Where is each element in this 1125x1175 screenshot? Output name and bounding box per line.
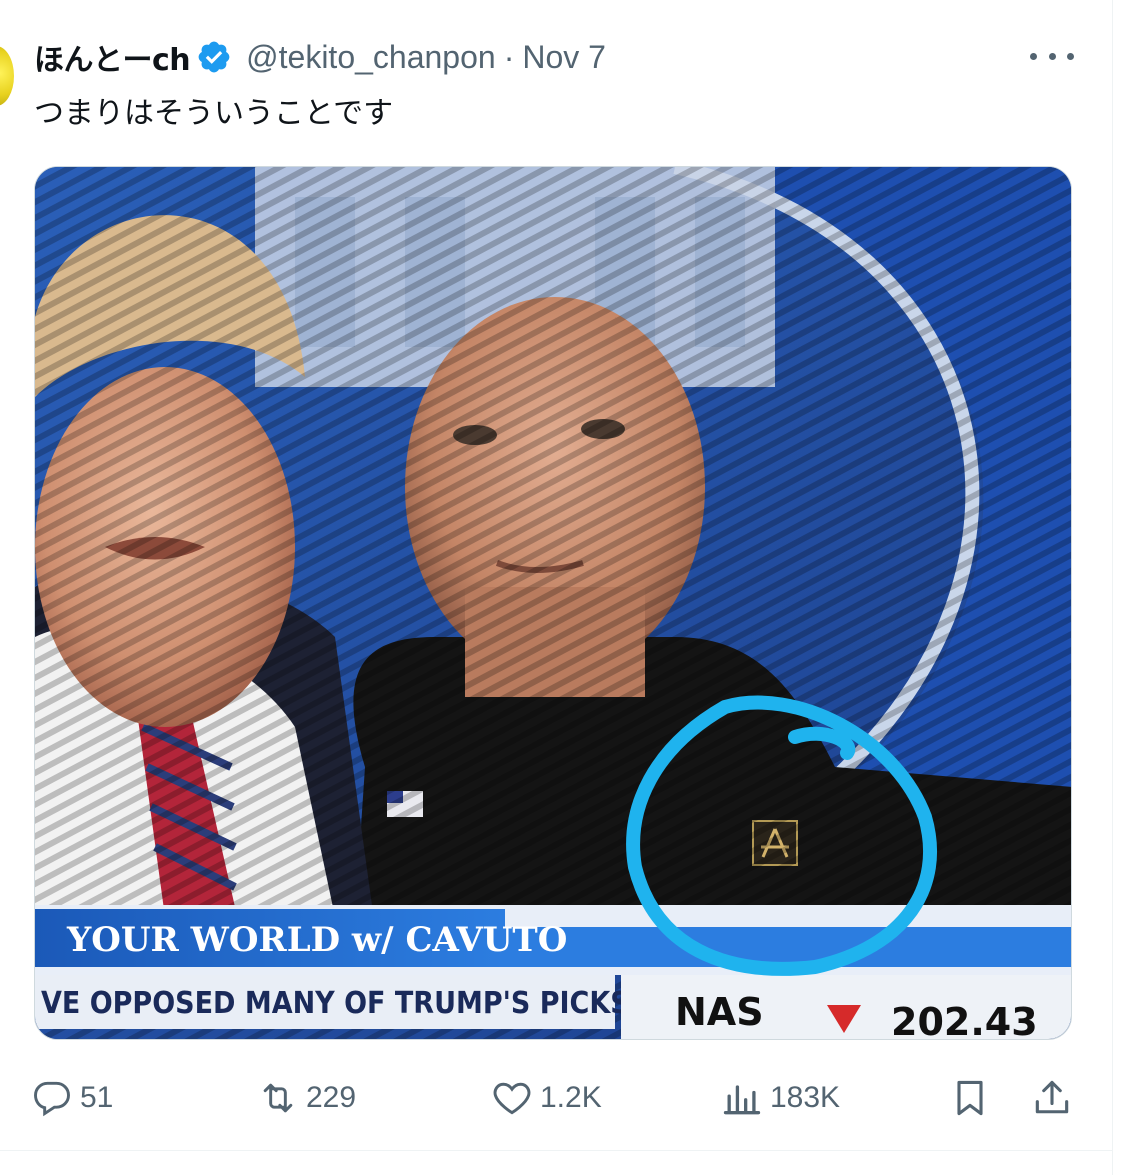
verified-badge-icon[interactable]: [196, 39, 232, 75]
column-divider: [1112, 0, 1113, 1175]
like-button[interactable]: 1.2K: [490, 1068, 602, 1128]
tweet-date[interactable]: Nov 7: [522, 39, 606, 76]
chyron-title: YOUR WORLD w/ CAVUTO: [66, 920, 567, 960]
view-count: 183K: [770, 1081, 841, 1114]
market-label: NAS: [675, 990, 764, 1034]
reply-button[interactable]: 51: [30, 1068, 113, 1128]
share-icon: [1035, 1080, 1069, 1114]
market-value: 202.43: [891, 1000, 1038, 1040]
user-handle[interactable]: @tekito_chanpon: [246, 39, 496, 76]
display-name[interactable]: ほんとーch: [34, 35, 191, 79]
like-count: 1.2K: [540, 1081, 602, 1114]
views-button[interactable]: 183K: [720, 1068, 840, 1128]
bookmark-icon: [957, 1080, 983, 1116]
tweet-header: ほんとーch @tekito_chanpon · Nov 7: [34, 34, 606, 80]
reply-icon: [34, 1081, 70, 1117]
more-options-icon[interactable]: [1030, 44, 1074, 68]
repost-icon: [263, 1083, 293, 1113]
avatar[interactable]: [0, 46, 14, 106]
share-button[interactable]: [1030, 1068, 1074, 1128]
action-bar: 51 229 1.2K 183K: [30, 1068, 1080, 1128]
repost-button[interactable]: 229: [256, 1068, 356, 1128]
bookmark-button[interactable]: [948, 1068, 992, 1128]
tweet-text: つまりはそういうことです: [34, 96, 394, 131]
reply-count: 51: [80, 1081, 114, 1114]
chyron-ticker: VE OPPOSED MANY OF TRUMP'S PICKS: [41, 986, 630, 1021]
heart-icon: [493, 1082, 531, 1115]
tweet-media-photo[interactable]: YOUR WORLD w/ CAVUTO VE OPPOSED MANY OF …: [34, 166, 1072, 1040]
analytics-icon: [723, 1085, 761, 1115]
separator-dot: ·: [503, 38, 515, 75]
repost-count: 229: [306, 1081, 357, 1114]
tv-screen-photo: YOUR WORLD w/ CAVUTO VE OPPOSED MANY OF …: [35, 167, 1071, 1040]
tweet-divider: [0, 1150, 1112, 1151]
